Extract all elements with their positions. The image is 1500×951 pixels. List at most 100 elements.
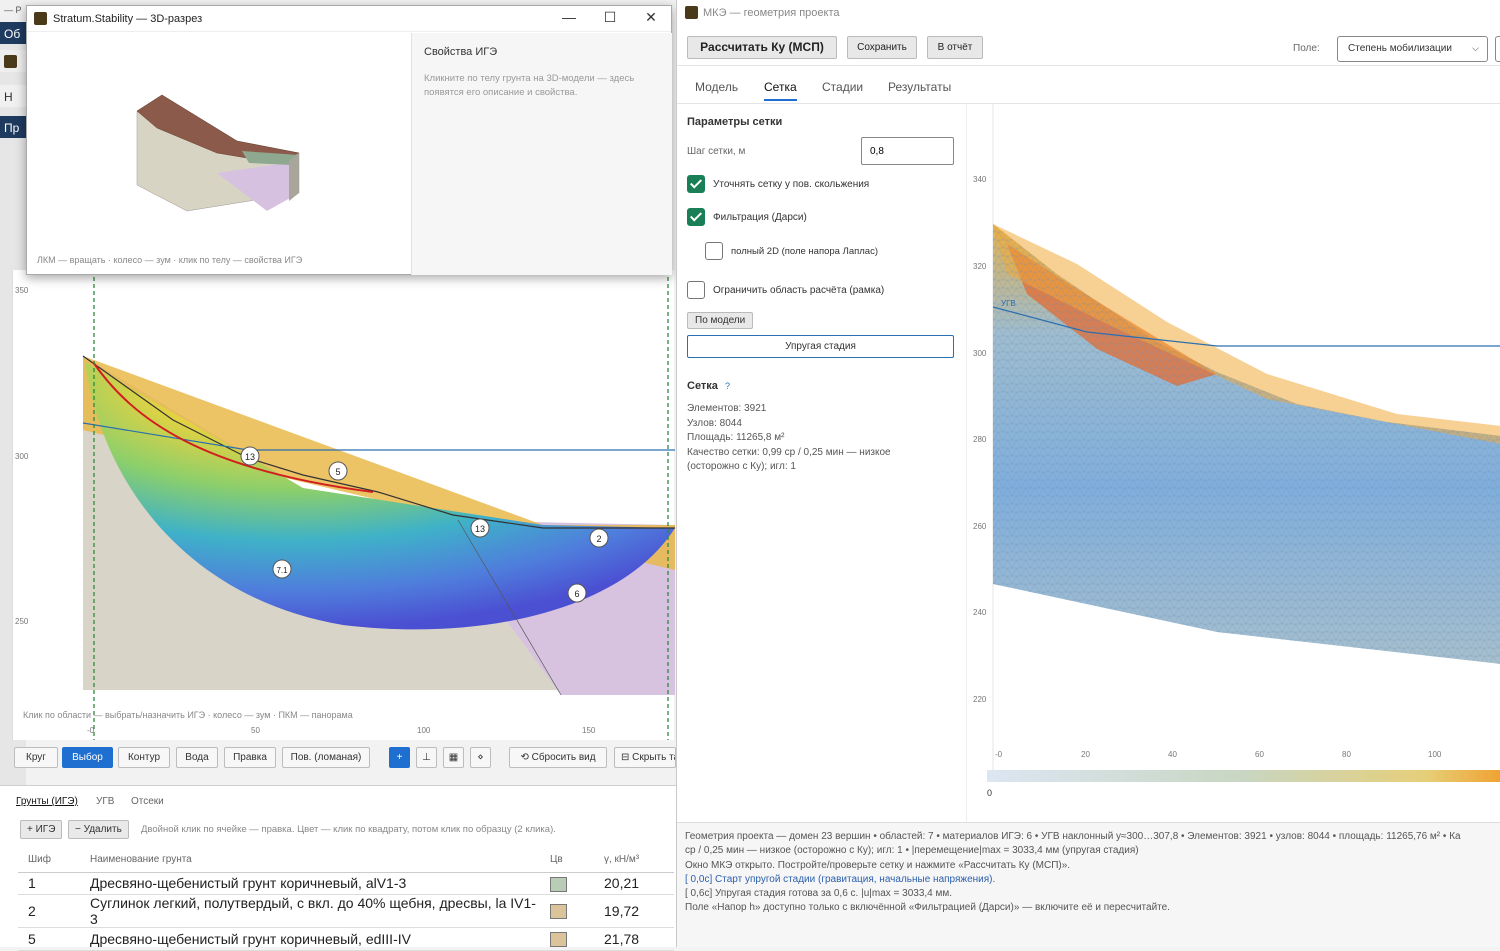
col-code[interactable]: Шиф xyxy=(18,848,80,873)
extra-control[interactable] xyxy=(1495,36,1500,62)
app-logo-icon xyxy=(685,6,698,19)
perpendicular-icon[interactable]: ⊥ xyxy=(416,747,437,768)
strip-label-0: — Р xyxy=(0,0,26,22)
reset-view-button[interactable]: ⟲ Сбросить вид xyxy=(509,747,607,768)
color-swatch[interactable] xyxy=(550,904,567,920)
table-row[interactable]: 2 Суглинок легкий, полутвердый, с вкл. до… xyxy=(18,894,674,928)
close-icon[interactable]: ✕ xyxy=(631,9,671,26)
soil-color-cell[interactable] xyxy=(540,894,594,928)
point-icon[interactable]: ⋄ xyxy=(470,747,491,768)
label-6[interactable]: 6 xyxy=(567,583,587,603)
fem-window: МКЭ — геометрия проекта Рассчитать Ку (М… xyxy=(676,0,1500,947)
tab-compartments[interactable]: Отсеки xyxy=(131,796,164,807)
soil-name[interactable]: Суглинок легкий, полутвердый, с вкл. до … xyxy=(80,894,540,928)
maximize-icon[interactable]: ☐ xyxy=(590,9,630,26)
label-13a[interactable]: 13 xyxy=(240,446,260,466)
mesh-field-drawing[interactable]: УГВ xyxy=(967,104,1500,822)
tool-edit-button[interactable]: Правка xyxy=(224,747,276,768)
limit-area-label: Ограничить область расчёта (рамка) xyxy=(713,285,885,296)
minimize-icon[interactable]: — xyxy=(549,9,589,25)
fem-toolbar: Рассчитать Ку (МСП) Сохранить В отчёт По… xyxy=(677,28,1500,66)
add-soil-button[interactable]: + ИГЭ xyxy=(20,820,63,839)
x-tick-0: -0 xyxy=(995,750,1003,759)
field-select[interactable]: Степень мобилизации ⌵ xyxy=(1337,36,1488,62)
label-2[interactable]: 2 xyxy=(589,528,609,548)
y-tick-350: 350 xyxy=(15,286,29,295)
help-icon[interactable]: ? xyxy=(725,381,730,391)
tab-soils[interactable]: Грунты (ИГЭ) xyxy=(16,796,78,807)
strip-label-1[interactable]: Об xyxy=(0,22,26,44)
soil-code[interactable]: 1 xyxy=(18,872,80,895)
snap-icon[interactable]: + xyxy=(389,747,410,768)
colorbar-min: 0 xyxy=(987,788,993,798)
col-gamma[interactable]: γ, кН/м³ xyxy=(594,848,674,873)
soil-color-cell[interactable] xyxy=(540,872,594,895)
strip-label-2[interactable]: Н xyxy=(0,85,26,107)
laplace-checkbox[interactable] xyxy=(705,242,723,260)
label-5[interactable]: 5 xyxy=(328,461,348,481)
window-3d-titlebar[interactable]: Stratum.Stability — 3D-разрез — ☐ ✕ xyxy=(27,6,671,32)
table-row[interactable]: 1 Дресвяно-щебенистый грунт коричневый, a… xyxy=(18,872,674,895)
stat-elements: Элементов: 3921 xyxy=(687,403,767,414)
color-swatch[interactable] xyxy=(550,932,567,948)
x-tick-20: 20 xyxy=(1081,750,1090,759)
section-toolbar: Круг Выбор Контур Вода Правка Пов. (лома… xyxy=(12,745,676,771)
col-color[interactable]: Цв xyxy=(540,848,594,873)
tool-water-button[interactable]: Вода xyxy=(176,747,218,768)
y-tick-340: 340 xyxy=(973,175,987,184)
soils-panel: Грунты (ИГЭ) УГВ Отсеки + ИГЭ − Удалить … xyxy=(0,785,676,951)
color-swatch[interactable] xyxy=(550,876,567,892)
tab-stages[interactable]: Стадии xyxy=(822,80,863,94)
tool-circle-button[interactable]: Круг xyxy=(14,747,58,768)
left-app-window: — Р Об Н Пр 13 5 13 2 7.1 6 350 300 250 … xyxy=(0,0,676,951)
tab-ugv[interactable]: УГВ xyxy=(96,796,114,807)
model-3d-view[interactable] xyxy=(27,33,411,276)
tab-model[interactable]: Модель xyxy=(695,80,738,94)
x-tick-50: 50 xyxy=(251,726,260,735)
fem-titlebar[interactable]: МКЭ — геометрия проекта xyxy=(677,0,1500,26)
soils-hint: Двойной клик по ячейке — правка. Цвет — … xyxy=(141,824,556,835)
fem-title: МКЭ — геометрия проекта xyxy=(703,7,840,19)
hide-button[interactable]: ⊟ Скрыть та xyxy=(614,747,676,768)
strip-label-3[interactable]: Пр xyxy=(0,116,26,138)
save-button[interactable]: Сохранить xyxy=(847,36,917,59)
mesh-step-input[interactable] xyxy=(861,137,954,165)
tab-mesh[interactable]: Сетка xyxy=(764,80,797,101)
window-3d-hint: ЛКМ — вращать · колесо — зум · клик по т… xyxy=(37,255,303,265)
log-line: Геометрия проекта — домен 23 вершин • об… xyxy=(685,831,1461,842)
tool-select-button[interactable]: Выбор xyxy=(62,747,113,768)
tool-contour-button[interactable]: Контур xyxy=(118,747,170,768)
refine-checkbox[interactable] xyxy=(687,175,705,193)
grid-icon[interactable]: ▦ xyxy=(443,747,464,768)
filtration-checkbox[interactable] xyxy=(687,208,705,226)
soil-gamma[interactable]: 19,72 xyxy=(594,894,674,928)
svg-text:6: 6 xyxy=(574,589,579,599)
col-name[interactable]: Наименование грунта xyxy=(80,848,540,873)
label-13b[interactable]: 13 xyxy=(470,518,490,538)
svg-text:13: 13 xyxy=(245,452,255,462)
soil-code[interactable]: 2 xyxy=(18,894,80,928)
soil-gamma[interactable]: 20,21 xyxy=(594,872,674,895)
report-button[interactable]: В отчёт xyxy=(927,36,983,59)
by-model-button[interactable]: По модели xyxy=(687,312,754,329)
compute-button[interactable]: Рассчитать Ку (МСП) xyxy=(687,36,837,59)
delete-soil-button[interactable]: − Удалить xyxy=(68,820,129,839)
tab-results[interactable]: Результаты xyxy=(888,80,951,94)
window-3d-title: Stratum.Stability — 3D-разрез xyxy=(53,13,203,25)
fem-tabs: Модель Сетка Стадии Результаты xyxy=(677,70,1500,104)
field-select-value: Степень мобилизации xyxy=(1348,43,1452,54)
slope-section-drawing[interactable]: 13 5 13 2 7.1 6 xyxy=(13,270,675,740)
y-tick-300: 300 xyxy=(973,349,987,358)
limit-area-checkbox[interactable] xyxy=(687,281,705,299)
log-line: [ 0,6с] Упругая стадия готова за 0,6 с. … xyxy=(685,888,953,900)
soil-name[interactable]: Дресвяно-щебенистый грунт коричневый, al… xyxy=(80,872,540,895)
mesh-plot[interactable]: УГВ 340 320 300 280 260 240 220 -0 20 40… xyxy=(967,104,1500,822)
label-7-1[interactable]: 7.1 xyxy=(272,559,292,579)
tool-polyline-button[interactable]: Пов. (ломаная) xyxy=(282,747,370,768)
y-tick-240: 240 xyxy=(973,608,987,617)
stat-quality-note: (осторожно с Ку); игл: 1 xyxy=(687,461,796,472)
elastic-stage-button[interactable]: Упругая стадия xyxy=(687,335,954,358)
mesh-section-title: Сетка xyxy=(687,380,718,392)
section-canvas[interactable]: 13 5 13 2 7.1 6 350 300 250 -0 50 100 15… xyxy=(12,270,675,740)
chevron-down-icon: ⌵ xyxy=(1472,43,1479,53)
